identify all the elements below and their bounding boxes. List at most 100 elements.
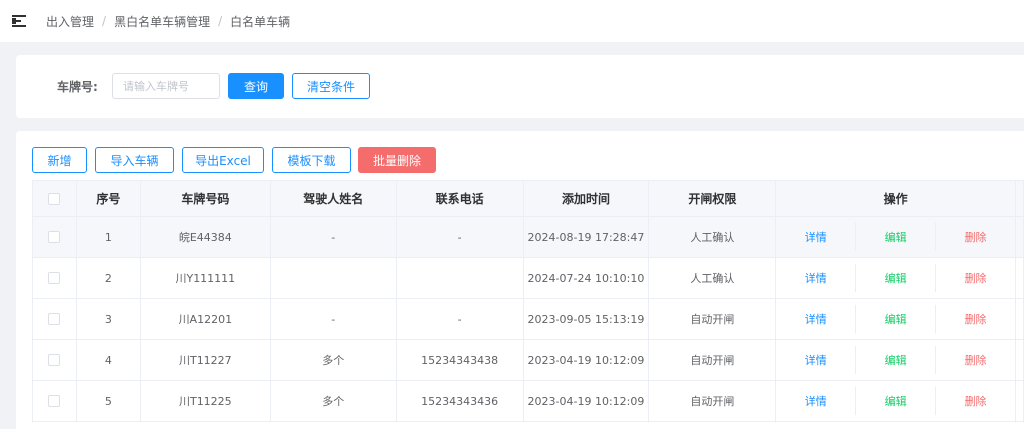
breadcrumb-item-blacklist-whitelist[interactable]: 黑白名单车辆管理 — [114, 13, 210, 30]
edit-link[interactable]: 编辑 — [855, 223, 935, 251]
edit-link[interactable]: 编辑 — [855, 305, 935, 333]
delete-link[interactable]: 删除 — [935, 223, 1015, 251]
row-checkbox-cell — [33, 258, 77, 298]
detail-link[interactable]: 详情 — [776, 264, 855, 292]
clear-conditions-button[interactable]: 清空条件 — [292, 73, 370, 99]
table-row: 4 川T11227 多个 15234343438 2023-04-19 10:1… — [33, 340, 1024, 381]
column-header-phone: 联系电话 — [397, 181, 524, 216]
row-driver: 多个 — [271, 340, 397, 380]
column-header-gate-permission: 开闸权限 — [649, 181, 777, 216]
row-plate: 川A12201 — [141, 299, 271, 339]
row-gate-permission: 人工确认 — [649, 217, 777, 257]
row-gutter — [1016, 258, 1024, 298]
breadcrumb-item-whitelist: 白名单车辆 — [230, 14, 291, 29]
plate-label: 车牌号: — [57, 80, 98, 94]
delete-link[interactable]: 删除 — [935, 346, 1015, 374]
row-checkbox-cell — [33, 217, 77, 257]
breadcrumb-separator: / — [218, 14, 223, 28]
table-row: 5 川T11225 多个 15234343436 2023-04-19 10:1… — [33, 381, 1024, 422]
breadcrumb-separator: / — [102, 14, 107, 28]
row-gutter — [1016, 217, 1024, 257]
row-added-time: 2023-04-19 10:12:09 — [524, 340, 650, 380]
row-plate: 川Y111111 — [141, 258, 271, 298]
row-actions: 详情 编辑 删除 — [776, 340, 1017, 380]
row-checkbox[interactable] — [48, 231, 61, 243]
row-index: 1 — [77, 217, 141, 257]
table-row: 3 川A12201 - - 2023-09-05 15:13:19 自动开闸 详… — [33, 299, 1024, 340]
row-checkbox[interactable] — [48, 313, 61, 325]
row-gate-permission: 自动开闸 — [649, 381, 777, 421]
column-header-plate: 车牌号码 — [141, 181, 271, 216]
select-all-checkbox[interactable] — [48, 192, 61, 205]
query-button[interactable]: 查询 — [228, 73, 284, 99]
row-index: 5 — [77, 381, 141, 421]
row-checkbox-cell — [33, 340, 77, 380]
row-checkbox-cell — [33, 381, 77, 421]
table-row: 1 皖E44384 - - 2024-08-19 17:28:47 人工确认 详… — [33, 217, 1024, 258]
table-panel: 新增 导入车辆 导出Excel 模板下载 批量删除 序号 车牌号码 驾驶人姓名 … — [16, 131, 1024, 429]
row-plate: 川T11227 — [141, 340, 271, 380]
row-index: 4 — [77, 340, 141, 380]
detail-link[interactable]: 详情 — [776, 346, 855, 374]
table-header: 序号 车牌号码 驾驶人姓名 联系电话 添加时间 开闸权限 操作 — [33, 181, 1024, 217]
batch-delete-button[interactable]: 批量删除 — [358, 147, 436, 173]
detail-link[interactable]: 详情 — [776, 223, 855, 251]
row-plate: 皖E44384 — [141, 217, 271, 257]
row-checkbox[interactable] — [48, 395, 61, 407]
row-driver: - — [271, 299, 397, 339]
header-gutter — [1016, 181, 1024, 216]
edit-link[interactable]: 编辑 — [855, 387, 935, 415]
row-gutter — [1016, 381, 1024, 421]
detail-link[interactable]: 详情 — [776, 387, 855, 415]
import-vehicles-button[interactable]: 导入车辆 — [95, 147, 174, 173]
row-actions: 详情 编辑 删除 — [776, 299, 1017, 339]
row-phone: 15234343436 — [397, 381, 524, 421]
plate-search-input[interactable] — [112, 73, 220, 99]
search-panel: 车牌号: 查询 清空条件 — [16, 55, 1024, 118]
delete-link[interactable]: 删除 — [935, 264, 1015, 292]
whitelist-table: 序号 车牌号码 驾驶人姓名 联系电话 添加时间 开闸权限 操作 1 皖E4438… — [32, 180, 1024, 422]
breadcrumb: 出入管理 / 黑白名单车辆管理 / 白名单车辆 — [46, 13, 290, 30]
row-index: 2 — [77, 258, 141, 298]
row-actions: 详情 编辑 删除 — [776, 217, 1017, 257]
edit-link[interactable]: 编辑 — [855, 264, 935, 292]
row-driver: - — [271, 217, 397, 257]
template-download-button[interactable]: 模板下载 — [272, 147, 351, 173]
row-actions: 详情 编辑 删除 — [776, 381, 1017, 421]
row-phone: - — [397, 299, 524, 339]
header-checkbox-cell — [33, 181, 77, 216]
table-row: 2 川Y111111 2024-07-24 10:10:10 人工确认 详情 编… — [33, 258, 1024, 299]
row-index: 3 — [77, 299, 141, 339]
row-added-time: 2023-04-19 10:12:09 — [524, 381, 650, 421]
column-header-driver: 驾驶人姓名 — [271, 181, 397, 216]
export-excel-button[interactable]: 导出Excel — [182, 147, 264, 173]
row-gate-permission: 自动开闸 — [649, 299, 777, 339]
menu-fold-icon[interactable] — [12, 15, 26, 27]
column-header-added-time: 添加时间 — [524, 181, 650, 216]
row-added-time: 2024-08-19 17:28:47 — [524, 217, 650, 257]
row-driver — [271, 258, 397, 298]
breadcrumb-item-entry-exit[interactable]: 出入管理 — [46, 13, 94, 30]
row-gutter — [1016, 299, 1024, 339]
row-phone: - — [397, 217, 524, 257]
row-phone — [397, 258, 524, 298]
row-added-time: 2023-09-05 15:13:19 — [524, 299, 650, 339]
row-added-time: 2024-07-24 10:10:10 — [524, 258, 650, 298]
row-checkbox[interactable] — [48, 354, 61, 366]
row-checkbox-cell — [33, 299, 77, 339]
row-driver: 多个 — [271, 381, 397, 421]
row-gate-permission: 自动开闸 — [649, 340, 777, 380]
row-actions: 详情 编辑 删除 — [776, 258, 1017, 298]
detail-link[interactable]: 详情 — [776, 305, 855, 333]
edit-link[interactable]: 编辑 — [855, 346, 935, 374]
row-checkbox[interactable] — [48, 272, 61, 284]
row-gutter — [1016, 340, 1024, 380]
delete-link[interactable]: 删除 — [935, 305, 1015, 333]
delete-link[interactable]: 删除 — [935, 387, 1015, 415]
column-header-actions: 操作 — [776, 181, 1017, 216]
row-gate-permission: 人工确认 — [649, 258, 777, 298]
row-phone: 15234343438 — [397, 340, 524, 380]
top-bar: 出入管理 / 黑白名单车辆管理 / 白名单车辆 — [0, 0, 1024, 42]
add-button[interactable]: 新增 — [32, 147, 87, 173]
row-plate: 川T11225 — [141, 381, 271, 421]
